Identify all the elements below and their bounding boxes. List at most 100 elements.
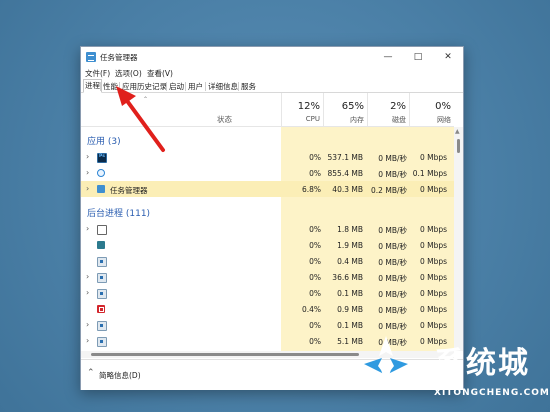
- table-row[interactable]: 0% 1.9 MB 0 MB/秒 0 Mbps: [81, 237, 454, 253]
- table-row[interactable]: 0.4% 0.9 MB 0 MB/秒 0 Mbps: [81, 301, 454, 317]
- service-icon: [97, 241, 105, 249]
- memory-value: 0.9 MB: [337, 305, 363, 314]
- memory-value: 855.4 MB: [327, 169, 363, 178]
- scroll-up-icon[interactable]: ▲: [455, 128, 460, 135]
- title-bar[interactable]: 任务管理器 — □ ✕: [81, 47, 463, 67]
- network-value: 0 Mbps: [419, 305, 447, 314]
- disk-value: 0 MB/秒: [378, 274, 407, 283]
- task-manager-icon: [86, 52, 96, 62]
- tab-bar: 进程 性能 应用历史记录 启动 用户 详细信息 服务: [81, 79, 463, 93]
- cpu-value: 0%: [309, 169, 321, 178]
- maximize-button[interactable]: □: [403, 47, 433, 67]
- process-name: 任务管理器: [110, 186, 148, 195]
- chevron-right-icon[interactable]: ›: [86, 168, 89, 177]
- chevron-right-icon[interactable]: ›: [86, 288, 89, 297]
- memory-value: 40.3 MB: [332, 185, 363, 194]
- process-list: 应用 (3) › 0% 537.1 MB 0 MB/秒 0 Mbps › 0% …: [81, 127, 454, 351]
- network-label: 网络: [437, 116, 451, 124]
- disk-value: 0 MB/秒: [378, 306, 407, 315]
- menu-view[interactable]: 查看(V): [147, 68, 173, 79]
- task-manager-icon: [97, 185, 105, 193]
- disk-value: 0 MB/秒: [378, 290, 407, 299]
- network-value: 0 Mbps: [419, 185, 447, 194]
- table-row[interactable]: 0% 0.4 MB 0 MB/秒 0 Mbps: [81, 253, 454, 269]
- disk-value: 0 MB/秒: [378, 170, 407, 179]
- amd-icon: [97, 305, 105, 313]
- network-value: 0 Mbps: [419, 273, 447, 282]
- fewer-details-link[interactable]: 简略信息(D): [99, 370, 141, 381]
- column-cpu[interactable]: 12% CPU: [281, 93, 324, 126]
- service-icon: [97, 289, 107, 299]
- chevron-right-icon[interactable]: ›: [86, 152, 89, 161]
- group-title: 应用 (3): [87, 137, 121, 147]
- table-row[interactable]: › 0% 36.6 MB 0 MB/秒 0 Mbps: [81, 269, 454, 285]
- chevron-right-icon[interactable]: ›: [86, 272, 89, 281]
- chevron-right-icon[interactable]: ›: [86, 320, 89, 329]
- tab-app-history[interactable]: 应用历史记录: [121, 81, 168, 92]
- cpu-value: 0%: [309, 153, 321, 162]
- memory-value: 537.1 MB: [327, 153, 363, 162]
- sort-up-icon[interactable]: ⌃: [143, 96, 148, 103]
- disk-value: 0.2 MB/秒: [371, 186, 407, 195]
- table-row[interactable]: › 0% 1.8 MB 0 MB/秒 0 Mbps: [81, 221, 454, 237]
- disk-value: 0 MB/秒: [378, 242, 407, 251]
- cpu-value: 0%: [309, 257, 321, 266]
- tab-users[interactable]: 用户: [187, 81, 204, 92]
- site-watermark: 系统城 XITONGCHENG.COM: [360, 330, 550, 412]
- network-value: 0 Mbps: [419, 241, 447, 250]
- minimize-button[interactable]: —: [373, 47, 403, 67]
- menu-options[interactable]: 选项(O): [115, 68, 142, 79]
- network-value: 0 Mbps: [419, 257, 447, 266]
- window-title: 任务管理器: [100, 53, 138, 62]
- watermark-english: XITONGCHENG.COM: [434, 388, 550, 398]
- table-row[interactable]: › 0% 537.1 MB 0 MB/秒 0 Mbps: [81, 149, 454, 165]
- memory-value: 0.1 MB: [337, 289, 363, 298]
- menu-file[interactable]: 文件(F): [85, 68, 110, 79]
- tab-details[interactable]: 详细信息: [207, 81, 239, 92]
- memory-total: 65%: [341, 101, 364, 112]
- edge-icon: [97, 169, 105, 177]
- column-network[interactable]: 0% 网络: [409, 93, 455, 126]
- notepad-icon: [97, 225, 107, 235]
- column-disk[interactable]: 2% 磁盘: [367, 93, 410, 126]
- group-header-apps[interactable]: 应用 (3): [81, 131, 454, 147]
- memory-value: 1.9 MB: [337, 241, 363, 250]
- network-value: 0 Mbps: [419, 153, 447, 162]
- service-icon: [97, 337, 107, 347]
- chevron-right-icon[interactable]: ›: [86, 224, 89, 233]
- tab-performance[interactable]: 性能: [102, 81, 119, 92]
- chevron-right-icon[interactable]: ›: [86, 336, 89, 345]
- watermark-chinese: 系统城: [434, 346, 530, 381]
- table-row[interactable]: › 0% 0.1 MB 0 MB/秒 0 Mbps: [81, 285, 454, 301]
- cpu-total: 12%: [297, 101, 320, 112]
- disk-value: 0 MB/秒: [378, 154, 407, 163]
- network-value: 0 Mbps: [419, 321, 447, 330]
- column-header: ⌃ 状态 12% CPU 65% 内存 2% 磁盘 0% 网络: [81, 93, 454, 127]
- group-header-background[interactable]: 后台进程 (111): [81, 203, 454, 219]
- memory-value: 36.6 MB: [332, 273, 363, 282]
- memory-value: 0.4 MB: [337, 257, 363, 266]
- scroll-thumb[interactable]: [457, 139, 460, 153]
- watermark-logo-icon: [364, 336, 408, 384]
- network-total: 0%: [435, 101, 451, 112]
- memory-value: 0.1 MB: [337, 321, 363, 330]
- tab-startup[interactable]: 启动: [168, 81, 185, 92]
- table-row[interactable]: › 任务管理器 6.8% 40.3 MB 0.2 MB/秒 0 Mbps: [81, 181, 454, 197]
- tab-services[interactable]: 服务: [240, 81, 257, 92]
- cpu-value: 0.4%: [301, 305, 321, 314]
- chevron-right-icon[interactable]: ›: [86, 184, 89, 193]
- chevron-up-icon[interactable]: ⌃: [87, 368, 95, 378]
- memory-label: 内存: [350, 116, 364, 124]
- network-value: 0 Mbps: [419, 289, 447, 298]
- vertical-scrollbar[interactable]: ▲: [454, 127, 463, 351]
- cpu-label: CPU: [305, 115, 320, 123]
- group-title: 后台进程 (111): [87, 209, 151, 219]
- column-status[interactable]: 状态: [217, 114, 232, 125]
- table-row[interactable]: › 0% 855.4 MB 0 MB/秒 0.1 Mbps: [81, 165, 454, 181]
- disk-value: 0 MB/秒: [378, 258, 407, 267]
- cpu-value: 0%: [309, 241, 321, 250]
- column-memory[interactable]: 65% 内存: [323, 93, 368, 126]
- close-button[interactable]: ✕: [433, 47, 463, 67]
- scroll-thumb[interactable]: [91, 353, 359, 356]
- cpu-value: 0%: [309, 337, 321, 346]
